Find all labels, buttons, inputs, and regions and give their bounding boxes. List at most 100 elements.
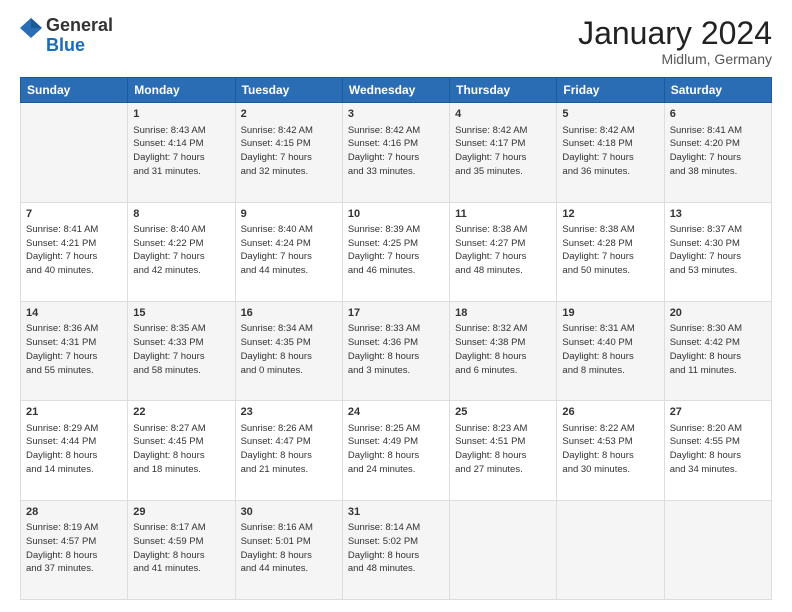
table-row: 1 Sunrise: 8:43 AMSunset: 4:14 PMDaylight… <box>128 103 235 202</box>
day-number: 16 <box>241 306 337 321</box>
table-row: 5 Sunrise: 8:42 AMSunset: 4:18 PMDaylight… <box>557 103 664 202</box>
table-row <box>664 500 771 599</box>
col-tuesday: Tuesday <box>235 78 342 103</box>
day-info: Sunrise: 8:27 AMSunset: 4:45 PMDaylight:… <box>133 422 229 477</box>
day-number: 7 <box>26 207 122 222</box>
day-info: Sunrise: 8:42 AMSunset: 4:18 PMDaylight:… <box>562 124 658 179</box>
day-info: Sunrise: 8:16 AMSunset: 5:01 PMDaylight:… <box>241 521 337 576</box>
day-info: Sunrise: 8:33 AMSunset: 4:36 PMDaylight:… <box>348 322 444 377</box>
table-row: 11Sunrise: 8:38 AMSunset: 4:27 PMDayligh… <box>450 202 557 301</box>
day-number: 13 <box>670 207 766 222</box>
day-number: 19 <box>562 306 658 321</box>
table-row <box>557 500 664 599</box>
table-row: 29Sunrise: 8:17 AMSunset: 4:59 PMDayligh… <box>128 500 235 599</box>
table-row: 6 Sunrise: 8:41 AMSunset: 4:20 PMDaylight… <box>664 103 771 202</box>
col-wednesday: Wednesday <box>342 78 449 103</box>
day-info: Sunrise: 8:22 AMSunset: 4:53 PMDaylight:… <box>562 422 658 477</box>
day-number: 23 <box>241 405 337 420</box>
title-section: January 2024 Midlum, Germany <box>578 16 772 67</box>
table-row: 20Sunrise: 8:30 AMSunset: 4:42 PMDayligh… <box>664 301 771 400</box>
calendar-week-row: 14Sunrise: 8:36 AMSunset: 4:31 PMDayligh… <box>21 301 772 400</box>
table-row: 28Sunrise: 8:19 AMSunset: 4:57 PMDayligh… <box>21 500 128 599</box>
day-info: Sunrise: 8:30 AMSunset: 4:42 PMDaylight:… <box>670 322 766 377</box>
table-row: 12Sunrise: 8:38 AMSunset: 4:28 PMDayligh… <box>557 202 664 301</box>
table-row: 15Sunrise: 8:35 AMSunset: 4:33 PMDayligh… <box>128 301 235 400</box>
calendar-table: Sunday Monday Tuesday Wednesday Thursday… <box>20 77 772 600</box>
day-number: 25 <box>455 405 551 420</box>
day-number: 5 <box>562 107 658 122</box>
day-number: 15 <box>133 306 229 321</box>
day-number: 3 <box>348 107 444 122</box>
day-info: Sunrise: 8:23 AMSunset: 4:51 PMDaylight:… <box>455 422 551 477</box>
col-saturday: Saturday <box>664 78 771 103</box>
day-info: Sunrise: 8:38 AMSunset: 4:27 PMDaylight:… <box>455 223 551 278</box>
day-info: Sunrise: 8:39 AMSunset: 4:25 PMDaylight:… <box>348 223 444 278</box>
table-row: 31Sunrise: 8:14 AMSunset: 5:02 PMDayligh… <box>342 500 449 599</box>
col-friday: Friday <box>557 78 664 103</box>
table-row: 17Sunrise: 8:33 AMSunset: 4:36 PMDayligh… <box>342 301 449 400</box>
main-title: January 2024 <box>578 16 772 51</box>
day-number: 1 <box>133 107 229 122</box>
table-row: 10Sunrise: 8:39 AMSunset: 4:25 PMDayligh… <box>342 202 449 301</box>
calendar-week-row: 7Sunrise: 8:41 AMSunset: 4:21 PMDaylight… <box>21 202 772 301</box>
day-info: Sunrise: 8:40 AMSunset: 4:24 PMDaylight:… <box>241 223 337 278</box>
table-row: 13Sunrise: 8:37 AMSunset: 4:30 PMDayligh… <box>664 202 771 301</box>
day-info: Sunrise: 8:20 AMSunset: 4:55 PMDaylight:… <box>670 422 766 477</box>
table-row: 2Sunrise: 8:42 AMSunset: 4:15 PMDaylight… <box>235 103 342 202</box>
day-info: Sunrise: 8:17 AMSunset: 4:59 PMDaylight:… <box>133 521 229 576</box>
day-number: 17 <box>348 306 444 321</box>
logo: General Blue <box>20 16 113 56</box>
day-number: 8 <box>133 207 229 222</box>
day-number: 6 <box>670 107 766 122</box>
day-number: 30 <box>241 505 337 520</box>
day-info: Sunrise: 8:38 AMSunset: 4:28 PMDaylight:… <box>562 223 658 278</box>
col-monday: Monday <box>128 78 235 103</box>
page: General Blue January 2024 Midlum, German… <box>0 0 792 612</box>
day-info: Sunrise: 8:42 AMSunset: 4:17 PMDaylight:… <box>455 124 551 179</box>
day-info: Sunrise: 8:14 AMSunset: 5:02 PMDaylight:… <box>348 521 444 576</box>
day-number: 22 <box>133 405 229 420</box>
table-row: 4 Sunrise: 8:42 AMSunset: 4:17 PMDaylight… <box>450 103 557 202</box>
subtitle: Midlum, Germany <box>578 51 772 67</box>
day-number: 14 <box>26 306 122 321</box>
day-info: Sunrise: 8:29 AMSunset: 4:44 PMDaylight:… <box>26 422 122 477</box>
day-info: Sunrise: 8:35 AMSunset: 4:33 PMDaylight:… <box>133 322 229 377</box>
col-sunday: Sunday <box>21 78 128 103</box>
day-number: 24 <box>348 405 444 420</box>
table-row <box>21 103 128 202</box>
day-number: 29 <box>133 505 229 520</box>
day-number: 21 <box>26 405 122 420</box>
table-row: 27Sunrise: 8:20 AMSunset: 4:55 PMDayligh… <box>664 401 771 500</box>
day-number: 4 <box>455 107 551 122</box>
logo-icon <box>20 16 42 40</box>
table-row: 7Sunrise: 8:41 AMSunset: 4:21 PMDaylight… <box>21 202 128 301</box>
calendar-week-row: 21 Sunrise: 8:29 AMSunset: 4:44 PMDayligh… <box>21 401 772 500</box>
table-row: 16Sunrise: 8:34 AMSunset: 4:35 PMDayligh… <box>235 301 342 400</box>
day-number: 18 <box>455 306 551 321</box>
table-row <box>450 500 557 599</box>
day-info: Sunrise: 8:43 AMSunset: 4:14 PMDaylight:… <box>133 124 229 179</box>
day-number: 9 <box>241 207 337 222</box>
day-info: Sunrise: 8:41 AMSunset: 4:20 PMDaylight:… <box>670 124 766 179</box>
day-info: Sunrise: 8:41 AMSunset: 4:21 PMDaylight:… <box>26 223 122 278</box>
day-info: Sunrise: 8:37 AMSunset: 4:30 PMDaylight:… <box>670 223 766 278</box>
table-row: 26Sunrise: 8:22 AMSunset: 4:53 PMDayligh… <box>557 401 664 500</box>
table-row: 8Sunrise: 8:40 AMSunset: 4:22 PMDaylight… <box>128 202 235 301</box>
table-row: 3Sunrise: 8:42 AMSunset: 4:16 PMDaylight… <box>342 103 449 202</box>
table-row: 25 Sunrise: 8:23 AMSunset: 4:51 PMDayligh… <box>450 401 557 500</box>
day-info: Sunrise: 8:36 AMSunset: 4:31 PMDaylight:… <box>26 322 122 377</box>
table-row: 19Sunrise: 8:31 AMSunset: 4:40 PMDayligh… <box>557 301 664 400</box>
table-row: 30Sunrise: 8:16 AMSunset: 5:01 PMDayligh… <box>235 500 342 599</box>
logo-blue-text: Blue <box>46 35 85 55</box>
day-info: Sunrise: 8:34 AMSunset: 4:35 PMDaylight:… <box>241 322 337 377</box>
day-number: 20 <box>670 306 766 321</box>
table-row: 23 Sunrise: 8:26 AMSunset: 4:47 PMDayligh… <box>235 401 342 500</box>
table-row: 22 Sunrise: 8:27 AMSunset: 4:45 PMDayligh… <box>128 401 235 500</box>
table-row: 9Sunrise: 8:40 AMSunset: 4:24 PMDaylight… <box>235 202 342 301</box>
day-info: Sunrise: 8:26 AMSunset: 4:47 PMDaylight:… <box>241 422 337 477</box>
calendar-week-row: 1 Sunrise: 8:43 AMSunset: 4:14 PMDaylight… <box>21 103 772 202</box>
table-row: 14Sunrise: 8:36 AMSunset: 4:31 PMDayligh… <box>21 301 128 400</box>
day-info: Sunrise: 8:32 AMSunset: 4:38 PMDaylight:… <box>455 322 551 377</box>
day-info: Sunrise: 8:31 AMSunset: 4:40 PMDaylight:… <box>562 322 658 377</box>
day-info: Sunrise: 8:25 AMSunset: 4:49 PMDaylight:… <box>348 422 444 477</box>
